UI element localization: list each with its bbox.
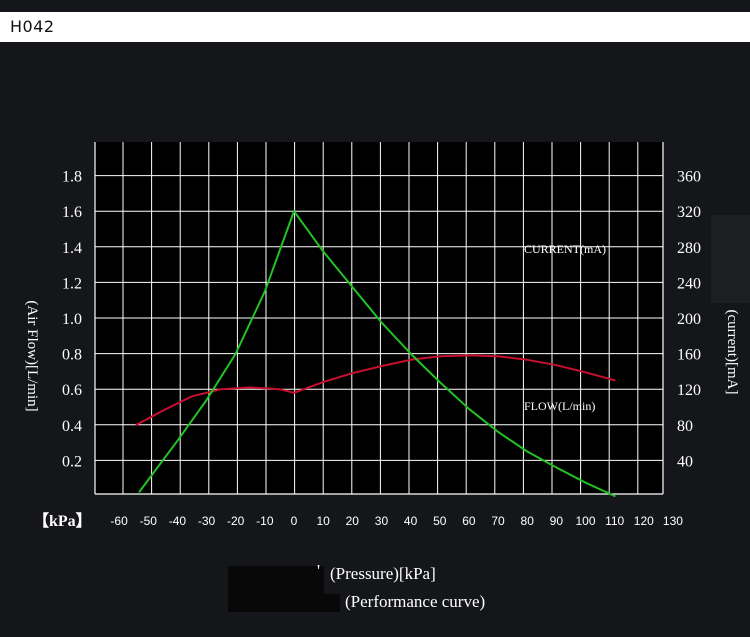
x-tick-label: -30 [198, 514, 216, 528]
current-series-label: CURRENT(mA) [524, 242, 606, 256]
performance-chart: 0.20.40.60.81.01.21.41.61.84080120160200… [24, 142, 740, 530]
x-tick-label: 70 [491, 514, 505, 528]
x-tick-label: 80 [521, 514, 535, 528]
y-left-tick-label: 0.8 [62, 347, 82, 364]
y-right-tick-label: 280 [677, 240, 701, 257]
flow-series-label: FLOW(L/min) [524, 399, 595, 413]
x-tick-label: -40 [169, 514, 187, 528]
x-axis-title: (Pressure)[kPa] [330, 564, 436, 583]
y-right-tick-label: 240 [677, 275, 701, 292]
footer-mark: ' [317, 561, 321, 580]
y-left-tick-label: 0.4 [62, 418, 82, 435]
right-axis-label: (current)[mA] [724, 310, 740, 395]
y-right-tick-label: 40 [677, 453, 693, 470]
x-tick-label: 120 [634, 514, 654, 528]
y-left-tick-label: 1.8 [62, 169, 82, 186]
x-tick-label: 10 [316, 514, 330, 528]
y-right-tick-label: 360 [677, 169, 701, 186]
y-left-tick-label: 1.6 [62, 204, 82, 221]
x-tick-label: 110 [605, 514, 624, 528]
y-right-tick-label: 200 [677, 311, 701, 328]
x-tick-label: 20 [346, 514, 360, 528]
y-left-tick-label: 0.2 [62, 453, 82, 470]
y-left-tick-label: 1.4 [62, 240, 82, 257]
x-unit-label: 【kPa】 [33, 512, 92, 530]
y-left-tick-label: 1.0 [62, 311, 82, 328]
y-left-tick-label: 0.6 [62, 382, 82, 399]
x-tick-label: 90 [550, 514, 564, 528]
x-tick-label: 30 [375, 514, 389, 528]
x-tick-label: 100 [575, 514, 595, 528]
x-tick-label: -10 [256, 514, 274, 528]
x-tick-label: -50 [140, 514, 158, 528]
x-tick-label: -20 [227, 514, 245, 528]
redacted-block-1 [228, 566, 324, 612]
chart-subtitle: (Performance curve) [345, 592, 486, 611]
y-right-tick-label: 160 [677, 347, 701, 364]
x-tick-label: 60 [462, 514, 476, 528]
y-right-tick-label: 320 [677, 204, 701, 221]
x-tick-label: 40 [404, 514, 418, 528]
redacted-block-2 [320, 594, 340, 612]
x-tick-label: 0 [291, 514, 298, 528]
redacted-block-3 [711, 215, 750, 303]
x-tick-label: 50 [433, 514, 447, 528]
left-axis-label: (Air Flow)[L/min] [24, 300, 40, 411]
x-tick-label: -60 [110, 514, 128, 528]
y-left-tick-label: 1.2 [62, 275, 82, 292]
y-right-tick-label: 80 [677, 418, 693, 435]
x-tick-label: 130 [663, 514, 683, 528]
y-right-tick-label: 120 [677, 382, 701, 399]
